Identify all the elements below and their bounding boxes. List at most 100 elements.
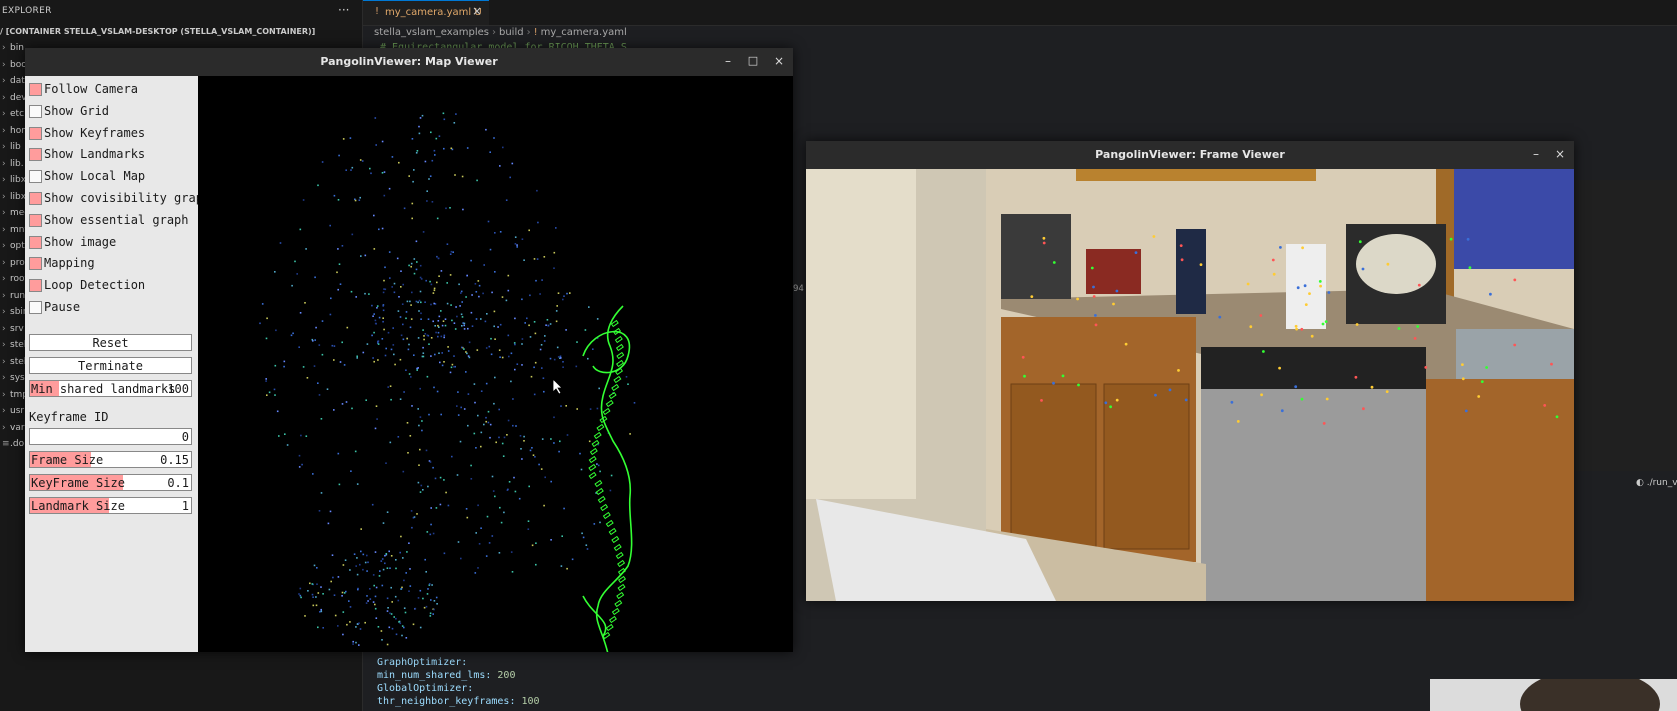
landmark-point [320, 418, 323, 420]
landmark-size-slider[interactable]: Landmark Size 1 [29, 497, 192, 514]
frame-viewer-window[interactable]: PangolinViewer: Frame Viewer – × [806, 141, 1574, 601]
feature-point [1109, 405, 1112, 409]
keyframe-id-input[interactable]: 0 [29, 428, 192, 445]
landmark-point [372, 601, 375, 603]
checkbox-box[interactable] [29, 83, 42, 96]
more-actions-icon[interactable]: ··· [338, 3, 349, 17]
landmark-point [581, 532, 583, 535]
keyframe-marker [611, 607, 620, 616]
feature-point [1042, 241, 1046, 245]
min-shared-landmarks-slider[interactable]: Min shared landmarks 100 [29, 380, 192, 397]
landmark-point [423, 606, 426, 609]
minimize-icon[interactable]: – [719, 52, 737, 70]
landmark-point [562, 361, 564, 363]
checkbox-box[interactable] [29, 235, 42, 249]
checkbox-box[interactable] [29, 192, 42, 205]
landmark-point [465, 508, 468, 510]
landmark-point [445, 491, 447, 494]
landmark-point [379, 570, 381, 572]
landmark-point [466, 352, 468, 355]
checkbox-box[interactable] [29, 301, 42, 314]
checkbox-box[interactable] [29, 104, 42, 118]
landmark-point [429, 612, 432, 615]
landmark-point [388, 187, 391, 190]
landmark-point [298, 593, 300, 595]
landmark-point [489, 151, 491, 153]
feature-point [1112, 302, 1115, 306]
checkbox-box[interactable] [29, 148, 42, 162]
landmark-point [446, 243, 449, 245]
keyframe-size-slider[interactable]: KeyFrame Size 0.1 [29, 474, 192, 491]
landmark-point [556, 346, 559, 349]
landmark-point [529, 449, 532, 452]
landmark-point [362, 568, 364, 571]
landmark-point [437, 324, 439, 327]
map-3d-canvas[interactable] [198, 76, 793, 655]
landmark-point [576, 341, 578, 343]
checkbox-box[interactable] [29, 126, 42, 140]
landmark-point [409, 585, 412, 587]
close-icon[interactable]: × [1551, 145, 1569, 163]
minimize-icon[interactable]: – [1527, 145, 1545, 163]
landmark-point [382, 320, 384, 323]
frame-viewer-titlebar[interactable]: PangolinViewer: Frame Viewer – × [806, 141, 1574, 169]
landmark-point [411, 217, 413, 220]
landmark-point [549, 323, 552, 325]
map-viewer-window[interactable]: PangolinViewer: Map Viewer – □ × Follow … [25, 48, 793, 655]
close-icon[interactable]: × [472, 4, 482, 18]
landmark-point [553, 267, 555, 269]
reset-button[interactable]: Reset [29, 334, 192, 351]
landmark-point [430, 131, 432, 134]
feature-point [1271, 258, 1275, 262]
landmark-point [302, 366, 305, 368]
landmark-point [485, 128, 487, 131]
landmark-point [339, 361, 342, 363]
landmark-point [503, 436, 506, 439]
map-viewer-titlebar[interactable]: PangolinViewer: Map Viewer – □ × [25, 48, 793, 76]
landmark-point [405, 637, 408, 639]
keyframe-marker [589, 447, 598, 456]
landmark-point [470, 259, 472, 262]
landmark-point [341, 403, 344, 405]
terminal-tab[interactable]: ◐ ./run_v [1636, 478, 1677, 488]
landmark-point [338, 483, 341, 486]
landmark-point [290, 334, 293, 337]
feature-point [1424, 366, 1428, 369]
workspace-title[interactable]: / [CONTAINER STELLA_VSLAM-DESKTOP (STELL… [0, 27, 315, 36]
checkbox-box[interactable] [29, 213, 42, 227]
breadcrumb-file[interactable]: my_camera.yaml [541, 27, 627, 38]
landmark-point [541, 279, 543, 281]
feature-point [1199, 263, 1203, 266]
landmark-point [435, 331, 437, 334]
landmark-point [494, 338, 496, 340]
checkbox-box[interactable] [29, 257, 42, 271]
terminate-button[interactable]: Terminate [29, 357, 192, 374]
breadcrumb-folder[interactable]: build [499, 27, 524, 38]
feature-point [1300, 327, 1304, 331]
landmark-point [388, 626, 391, 629]
landmark-point [434, 353, 436, 356]
landmark-point [441, 352, 443, 354]
checkbox-label: Show Landmarks [44, 147, 146, 162]
landmark-point [493, 137, 495, 139]
landmark-point [475, 318, 478, 320]
frame-size-slider[interactable]: Frame Size 0.15 [29, 451, 192, 468]
maximize-icon[interactable]: □ [744, 52, 762, 70]
landmark-point [357, 588, 359, 591]
feature-point [1179, 244, 1183, 247]
breadcrumb-folder[interactable]: stella_vslam_examples [374, 27, 489, 38]
landmark-point [409, 568, 411, 570]
landmark-point [531, 544, 534, 547]
landmark-point [511, 162, 514, 165]
checkbox-label: Pause [44, 300, 81, 314]
landmark-point [536, 258, 539, 260]
checkbox-box[interactable] [29, 279, 42, 293]
close-icon[interactable]: × [770, 52, 788, 70]
feature-point [1246, 282, 1250, 286]
landmark-point [430, 303, 432, 306]
feature-point [1555, 415, 1559, 419]
keyframe-marker [613, 375, 622, 384]
checkbox-box[interactable] [29, 170, 42, 184]
tab-my-camera-yaml[interactable]: ! my_camera.yaml U × [363, 0, 489, 25]
landmark-point [463, 322, 466, 325]
